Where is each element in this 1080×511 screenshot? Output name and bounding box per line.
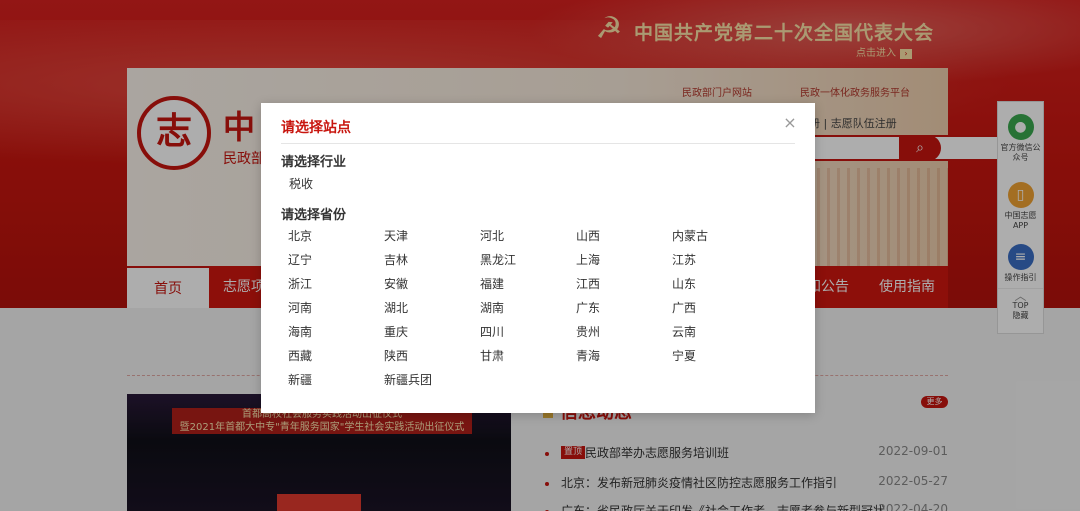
modal-title: 请选择站点 (281, 120, 351, 136)
province-option[interactable]: 新疆 (288, 371, 312, 388)
province-option[interactable]: 贵州 (576, 323, 600, 340)
province-option[interactable]: 浙江 (288, 275, 312, 292)
province-option[interactable]: 北京 (288, 227, 312, 244)
province-option[interactable]: 云南 (672, 323, 696, 340)
province-option[interactable]: 西藏 (288, 347, 312, 364)
province-option[interactable]: 四川 (480, 323, 504, 340)
province-option[interactable]: 甘肃 (480, 347, 504, 364)
province-option[interactable]: 重庆 (384, 323, 408, 340)
province-option[interactable]: 湖北 (384, 299, 408, 316)
province-option[interactable]: 福建 (480, 275, 504, 292)
modal-divider (281, 143, 795, 144)
province-option[interactable]: 广西 (672, 299, 696, 316)
province-option[interactable]: 陕西 (384, 347, 408, 364)
province-option[interactable]: 新疆兵团 (384, 371, 432, 388)
province-option[interactable]: 内蒙古 (672, 227, 708, 244)
province-option[interactable]: 天津 (384, 227, 408, 244)
province-option[interactable]: 宁夏 (672, 347, 696, 364)
province-option[interactable]: 河北 (480, 227, 504, 244)
province-option[interactable]: 安徽 (384, 275, 408, 292)
province-option[interactable]: 上海 (576, 251, 600, 268)
province-option[interactable]: 河南 (288, 299, 312, 316)
province-option[interactable]: 青海 (576, 347, 600, 364)
close-icon[interactable]: × (782, 114, 798, 132)
province-option[interactable]: 湖南 (480, 299, 504, 316)
province-option[interactable]: 广东 (576, 299, 600, 316)
province-option[interactable]: 山东 (672, 275, 696, 292)
province-option[interactable]: 江西 (576, 275, 600, 292)
province-option[interactable]: 吉林 (384, 251, 408, 268)
province-section-title: 请选择省份 (281, 208, 347, 223)
province-option[interactable]: 江苏 (672, 251, 696, 268)
province-option[interactable]: 海南 (288, 323, 312, 340)
province-option[interactable]: 山西 (576, 227, 600, 244)
province-option[interactable]: 黑龙江 (480, 251, 516, 268)
province-option[interactable]: 辽宁 (288, 251, 312, 268)
industry-section-title: 请选择行业 (281, 155, 347, 170)
site-select-modal: 请选择站点 × 请选择行业 税收 请选择省份 北京 天津 河北 山西 内蒙古辽宁 吉林 黑龙… (261, 103, 815, 413)
industry-option[interactable]: 税收 (289, 175, 313, 192)
